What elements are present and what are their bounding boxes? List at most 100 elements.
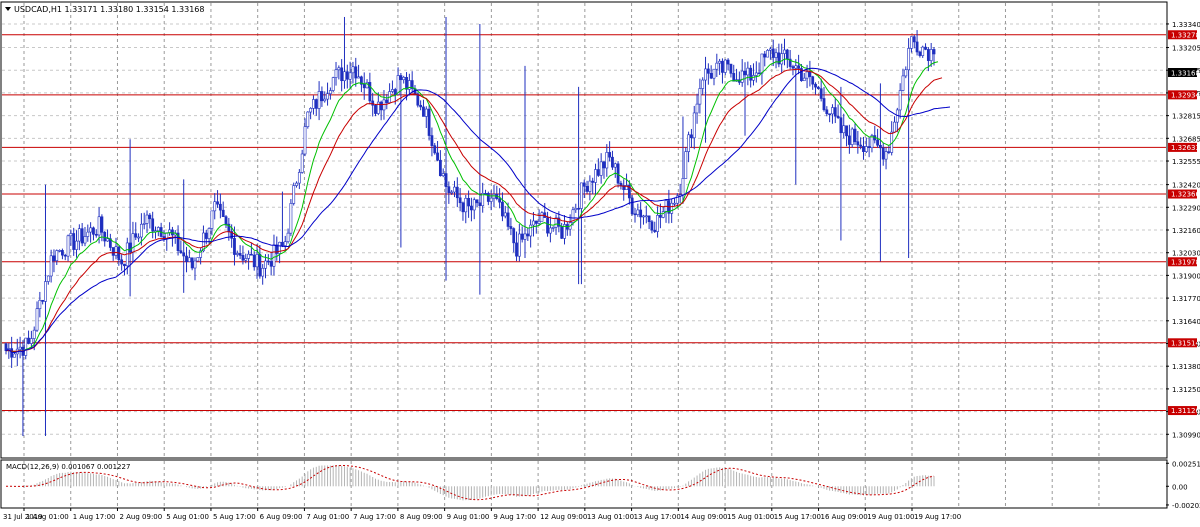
candle-body <box>470 205 473 211</box>
candle-body <box>681 178 685 195</box>
candle-body <box>904 69 908 77</box>
candle-body <box>438 159 442 177</box>
y-tick-label: 1.33205 <box>1172 45 1200 53</box>
level-tag-label: 1.31978 <box>1171 258 1200 266</box>
candle-body <box>436 152 439 161</box>
candle-body <box>300 153 304 173</box>
candle-body <box>684 151 688 179</box>
candle-body <box>252 254 256 268</box>
x-tick-label: 9 Aug 17:00 <box>493 513 536 521</box>
x-tick-label: 15 Aug 01:00 <box>727 513 774 521</box>
candle-body <box>27 337 30 344</box>
candle-body <box>687 134 691 152</box>
y-tick-label: 1.31640 <box>1172 318 1200 326</box>
y-tick-label: 1.31250 <box>1172 386 1200 394</box>
candle-body <box>529 224 533 237</box>
candle-body <box>185 255 188 262</box>
candle-body <box>427 108 431 136</box>
candle-body <box>853 128 857 143</box>
candle-body <box>658 214 662 218</box>
candle-body <box>862 146 865 152</box>
chart-canvas[interactable]: 1.333401.332051.330751.329451.328151.326… <box>0 0 1200 523</box>
candle-body <box>345 71 349 80</box>
candle-body <box>825 109 829 115</box>
candle-body <box>901 75 905 91</box>
x-tick-label: 5 Aug 17:00 <box>213 513 256 521</box>
candle-body <box>272 244 276 267</box>
candle-body <box>357 76 360 79</box>
candle-body <box>430 135 434 146</box>
x-tick-label: 7 Aug 01:00 <box>306 513 349 521</box>
candle-body <box>546 217 549 234</box>
candle-body <box>475 199 479 204</box>
x-tick-label: 12 Aug 09:00 <box>540 513 587 521</box>
candle-body <box>746 67 750 76</box>
candle-body <box>283 241 287 246</box>
candle-body <box>506 212 510 227</box>
candle-body <box>831 107 834 115</box>
candle-body <box>633 213 637 216</box>
candle-body <box>619 182 623 186</box>
candle-body <box>58 250 61 252</box>
candle-body <box>647 215 651 222</box>
y-tick-label: 1.31770 <box>1172 295 1200 303</box>
candle-body <box>924 46 927 50</box>
candle-body <box>864 146 868 152</box>
candle-body <box>577 207 580 210</box>
candle-body <box>114 246 118 256</box>
candle-body <box>128 242 132 253</box>
y-tick-label: 1.33340 <box>1172 21 1200 29</box>
candle-body <box>656 214 659 232</box>
candle-body <box>630 197 634 215</box>
x-tick-label: 14 Aug 09:00 <box>680 513 727 521</box>
candle-body <box>769 48 772 51</box>
level-tag-label: 1.31126 <box>1171 407 1200 415</box>
candle-body <box>187 257 191 262</box>
candle-body <box>238 253 242 256</box>
candle-body <box>92 227 95 235</box>
candle-body <box>309 108 313 113</box>
candle-body <box>701 79 705 89</box>
candle-body <box>247 253 250 259</box>
candle-body <box>602 161 606 169</box>
candle-body <box>729 63 733 74</box>
x-tick-label: 13 Aug 01:00 <box>587 513 634 521</box>
candle-body <box>486 193 490 202</box>
candle-body <box>156 227 160 232</box>
candle-body <box>822 98 826 111</box>
candle-body <box>743 70 747 76</box>
candle-body <box>69 233 73 237</box>
x-tick-label: 13 Aug 17:00 <box>634 513 681 521</box>
candle-body <box>898 90 902 111</box>
candle-body <box>517 233 521 257</box>
candle-body <box>193 260 197 269</box>
candle-body <box>419 104 423 108</box>
candle-body <box>551 227 555 229</box>
macd-plot-frame <box>0 459 1168 509</box>
candle-body <box>650 221 654 231</box>
candle-body <box>323 98 327 102</box>
candle-body <box>926 49 930 61</box>
y-tick-label: 1.32815 <box>1172 113 1200 121</box>
candle-body <box>554 217 558 228</box>
candle-body <box>292 185 296 204</box>
y-tick-label: 1.32030 <box>1172 250 1200 258</box>
candle-body <box>774 52 778 58</box>
candle-body <box>196 257 200 262</box>
candle-body <box>10 348 14 358</box>
current-price-label: 1.33168 <box>1171 70 1200 78</box>
candle-body <box>771 48 775 58</box>
candle-body <box>18 346 22 350</box>
candle-body <box>611 156 614 168</box>
candle-body <box>120 259 124 265</box>
candle-body <box>754 72 758 76</box>
candle-body <box>286 232 290 242</box>
candle-body <box>532 220 535 226</box>
candle-body <box>241 255 245 261</box>
candle-body <box>856 141 860 146</box>
candle-body <box>726 59 730 65</box>
candle-body <box>845 125 848 137</box>
price-axis: 1.333401.332051.330751.329451.328151.326… <box>1166 21 1200 510</box>
candle-body <box>548 227 552 234</box>
candle-body <box>805 71 809 79</box>
